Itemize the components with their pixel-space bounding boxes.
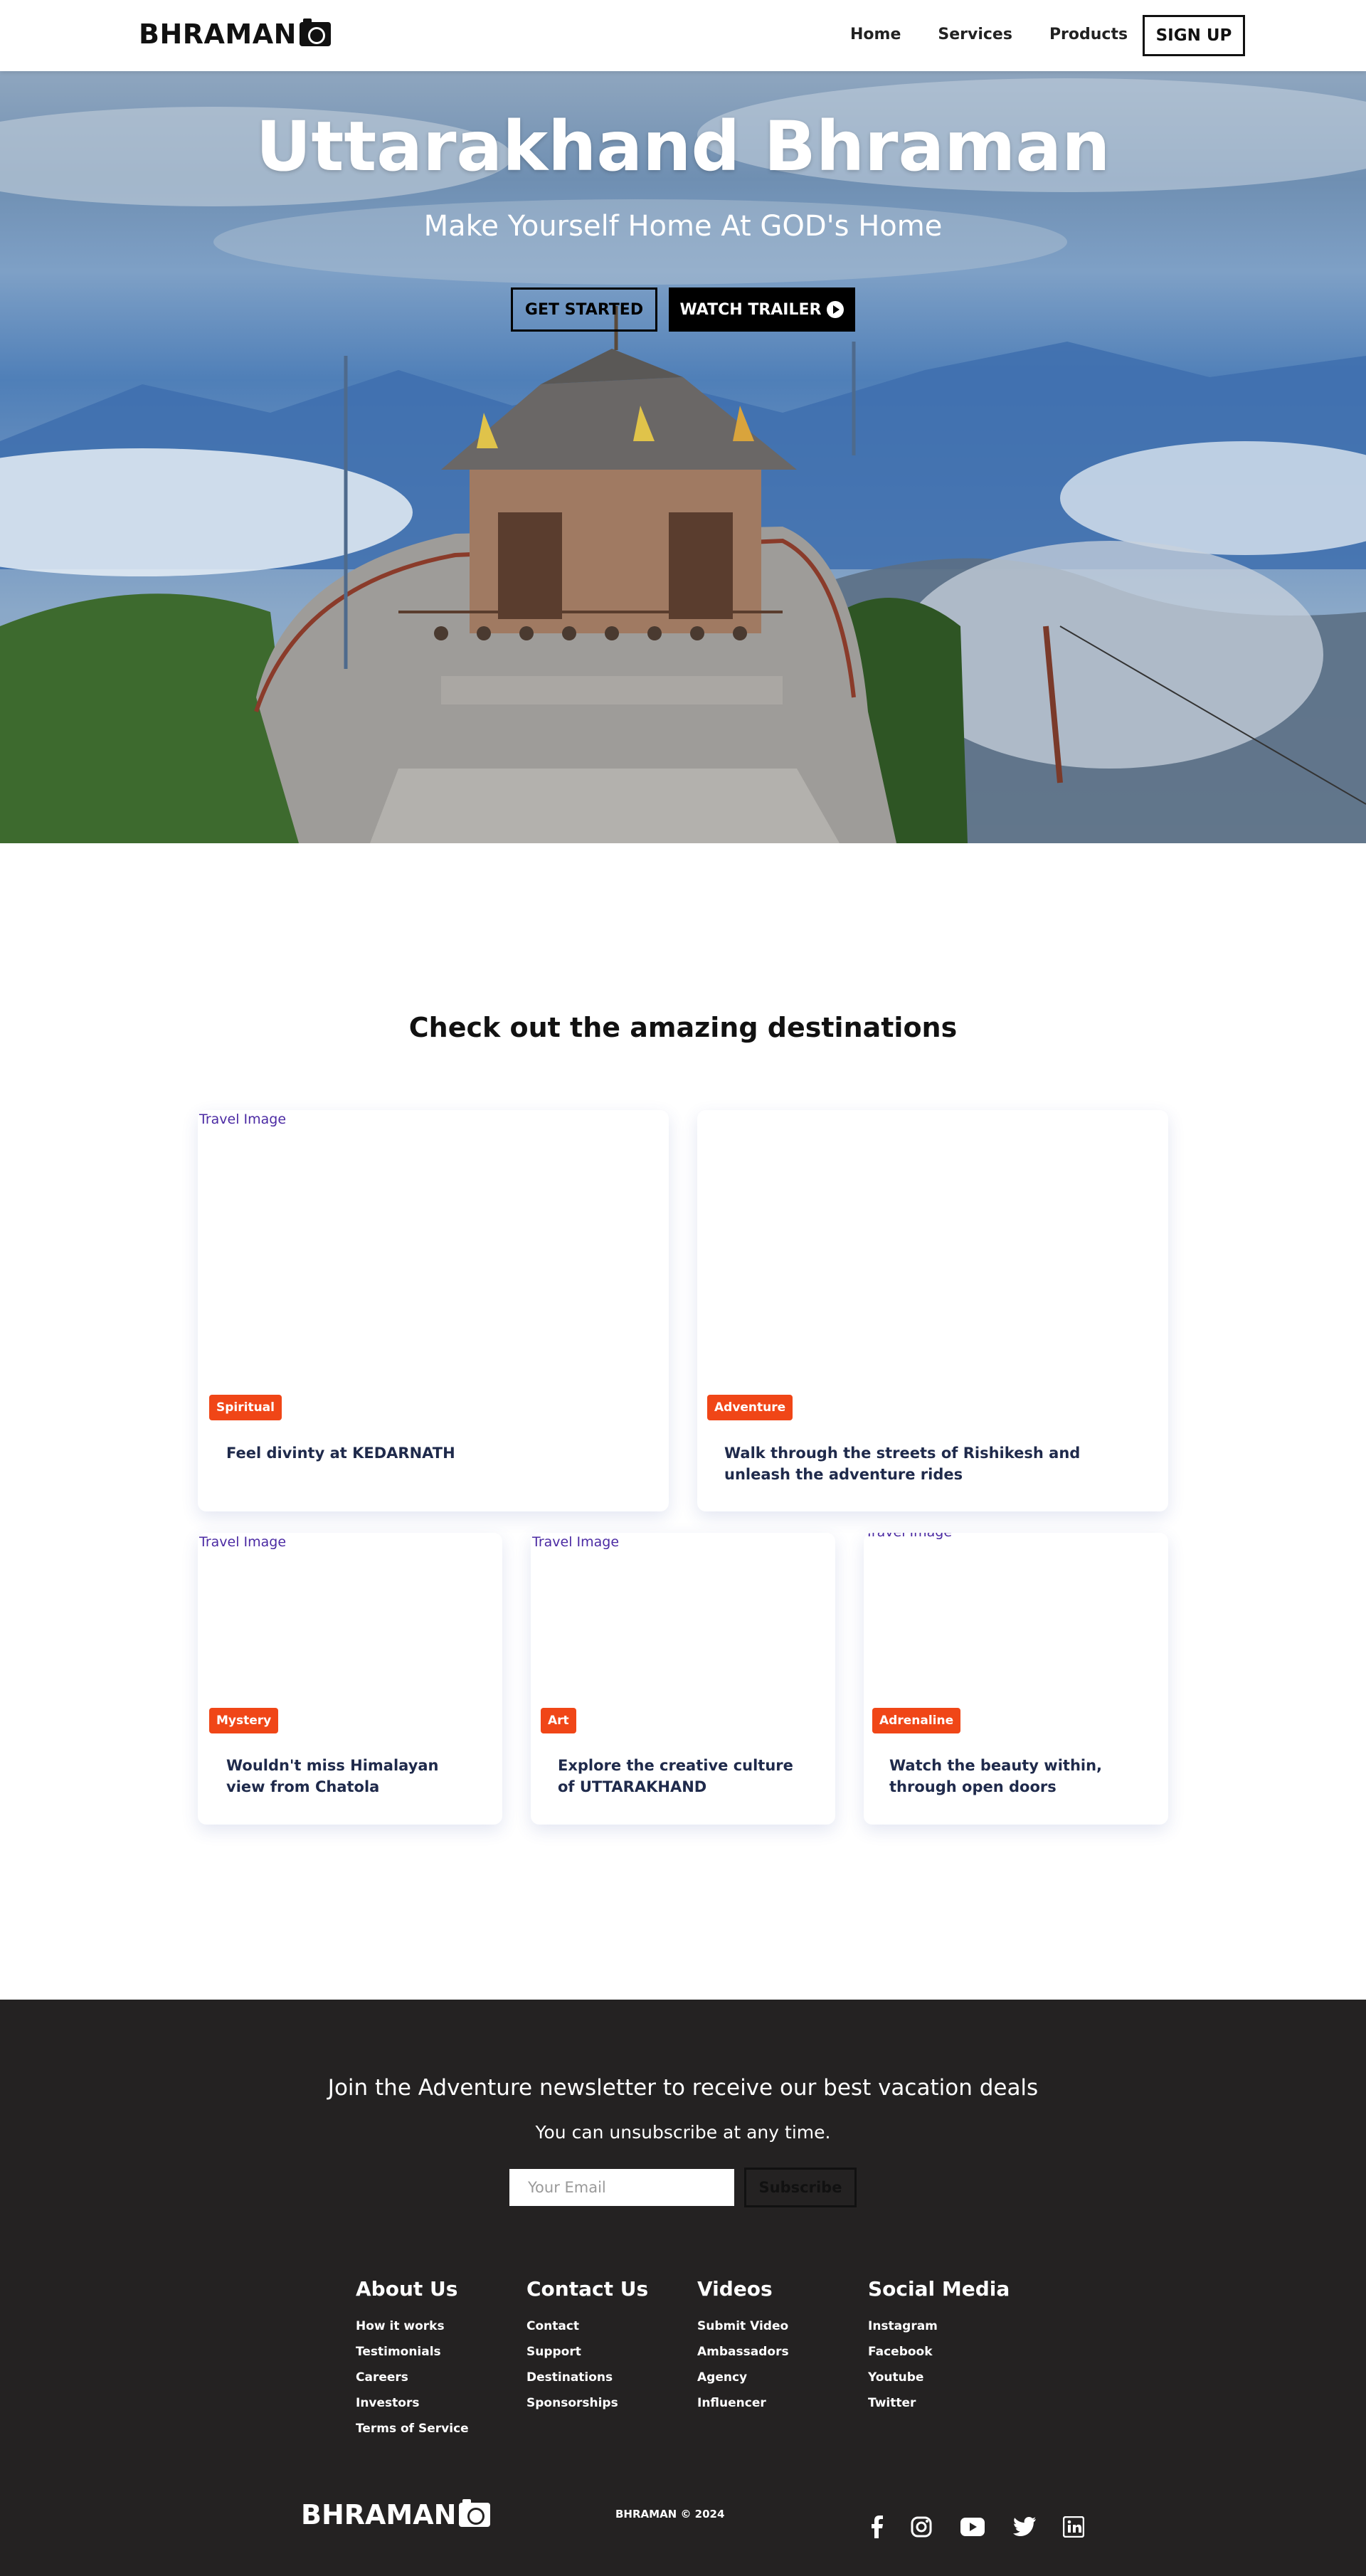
instagram-icon[interactable] <box>909 2515 933 2539</box>
get-started-button[interactable]: GET STARTED <box>511 287 657 332</box>
footer-column-contact: Contact Us Contact Support Destinations … <box>526 2277 648 2416</box>
travel-image <box>697 1110 699 1112</box>
play-circle-icon <box>827 301 845 318</box>
footer: Join the Adventure newsletter to receive… <box>0 2000 1366 2576</box>
footer-column-about: About Us How it works Testimonials Caree… <box>356 2277 469 2442</box>
nav-link-products[interactable]: Products <box>1049 26 1128 43</box>
category-badge: Mystery <box>209 1708 279 1733</box>
hero-subtitle: Make Yourself Home At GOD's Home <box>423 210 943 243</box>
footer-column-social: Social Media Instagram Facebook Youtube … <box>868 2277 1010 2416</box>
column-title: Social Media <box>868 2277 1010 2301</box>
destination-card-mystery[interactable]: Travel Image Mystery Wouldn't miss Himal… <box>198 1533 502 1825</box>
footer-link[interactable]: Twitter <box>868 2390 1010 2416</box>
footer-brand-logo[interactable]: BHRAMAN <box>301 2499 491 2530</box>
footer-link[interactable]: Instagram <box>868 2313 1010 2339</box>
travel-image: Travel Image <box>532 1534 620 1550</box>
destination-card-adventure[interactable]: Adventure Walk through the streets of Ri… <box>697 1110 1168 1511</box>
email-input[interactable] <box>509 2169 734 2206</box>
nav-link-home[interactable]: Home <box>850 26 901 43</box>
card-title: Walk through the streets of Rishikesh an… <box>724 1445 1081 1483</box>
category-badge: Adventure <box>707 1395 793 1420</box>
category-badge: Adrenaline <box>872 1708 961 1733</box>
card-title: Feel divinty at KEDARNATH <box>226 1445 455 1462</box>
newsletter-title: Join the Adventure newsletter to receive… <box>327 2075 1039 2101</box>
column-title: Videos <box>697 2277 773 2301</box>
youtube-icon[interactable] <box>960 2515 985 2539</box>
card-title: Watch the beauty within, through open do… <box>889 1757 1103 1795</box>
destination-card-spiritual[interactable]: Travel Image Spiritual Feel divinty at K… <box>198 1110 669 1511</box>
copyright: BHRAMAN © 2024 <box>615 2508 725 2520</box>
nav-link-services[interactable]: Services <box>938 26 1012 43</box>
brand-name: BHRAMAN <box>301 2499 457 2530</box>
footer-link[interactable]: Youtube <box>868 2365 1010 2390</box>
category-badge: Art <box>541 1708 576 1733</box>
destination-card-adrenaline[interactable]: Travel Image Adrenaline Watch the beauty… <box>864 1533 1168 1825</box>
category-badge: Spiritual <box>209 1395 282 1420</box>
nav-links: Home Services Products <box>850 26 1128 43</box>
footer-link[interactable]: Sponsorships <box>526 2390 648 2416</box>
brand-logo[interactable]: BHRAMAN <box>139 19 331 50</box>
footer-link[interactable]: Agency <box>697 2365 789 2390</box>
footer-link[interactable]: Submit Video <box>697 2313 789 2339</box>
travel-image: Travel Image <box>199 1534 287 1550</box>
destinations-title: Check out the amazing destinations <box>408 1012 958 1043</box>
hero-buttons: GET STARTED WATCH TRAILER <box>511 287 855 332</box>
twitter-icon[interactable] <box>1012 2515 1037 2539</box>
facebook-icon[interactable] <box>864 2515 889 2539</box>
card-title: Wouldn't miss Himalayan view from Chatol… <box>226 1757 439 1795</box>
footer-link[interactable]: Support <box>526 2339 648 2365</box>
footer-link[interactable]: Ambassadors <box>697 2339 789 2365</box>
column-title: Contact Us <box>526 2277 649 2301</box>
card-title: Explore the creative culture of UTTARAKH… <box>558 1757 793 1795</box>
camera-icon <box>299 19 331 46</box>
hero-background-image <box>0 78 1366 843</box>
footer-link[interactable]: How it works <box>356 2313 469 2339</box>
footer-link[interactable]: Careers <box>356 2365 469 2390</box>
camera-icon <box>459 2499 491 2527</box>
footer-link[interactable]: Destinations <box>526 2365 648 2390</box>
footer-link[interactable]: Contact <box>526 2313 648 2339</box>
footer-link[interactable]: Investors <box>356 2390 469 2416</box>
navbar: BHRAMAN Home Services Products SIGN UP <box>0 0 1366 71</box>
footer-link[interactable]: Terms of Service <box>356 2416 469 2442</box>
linkedin-icon[interactable] <box>1061 2515 1086 2539</box>
footer-link[interactable]: Facebook <box>868 2339 1010 2365</box>
signup-button[interactable]: SIGN UP <box>1143 15 1245 56</box>
footer-link[interactable]: Influencer <box>697 2390 789 2416</box>
travel-image: Travel Image <box>199 1112 287 1127</box>
hero-section: Uttarakhand Bhraman Make Yourself Home A… <box>0 71 1366 843</box>
column-title: About Us <box>356 2277 458 2301</box>
subscribe-button[interactable]: Subscribe <box>744 2168 857 2207</box>
watch-trailer-button[interactable]: WATCH TRAILER <box>669 287 855 332</box>
footer-column-videos: Videos Submit Video Ambassadors Agency I… <box>697 2277 789 2416</box>
travel-image: Travel Image <box>864 1533 952 1540</box>
newsletter-subtitle: You can unsubscribe at any time. <box>535 2122 831 2143</box>
footer-link[interactable]: Testimonials <box>356 2339 469 2365</box>
brand-name: BHRAMAN <box>139 19 297 50</box>
destination-card-art[interactable]: Travel Image Art Explore the creative cu… <box>531 1533 835 1825</box>
hero-title: Uttarakhand Bhraman <box>255 107 1111 186</box>
watch-trailer-label: WATCH TRAILER <box>679 300 822 319</box>
